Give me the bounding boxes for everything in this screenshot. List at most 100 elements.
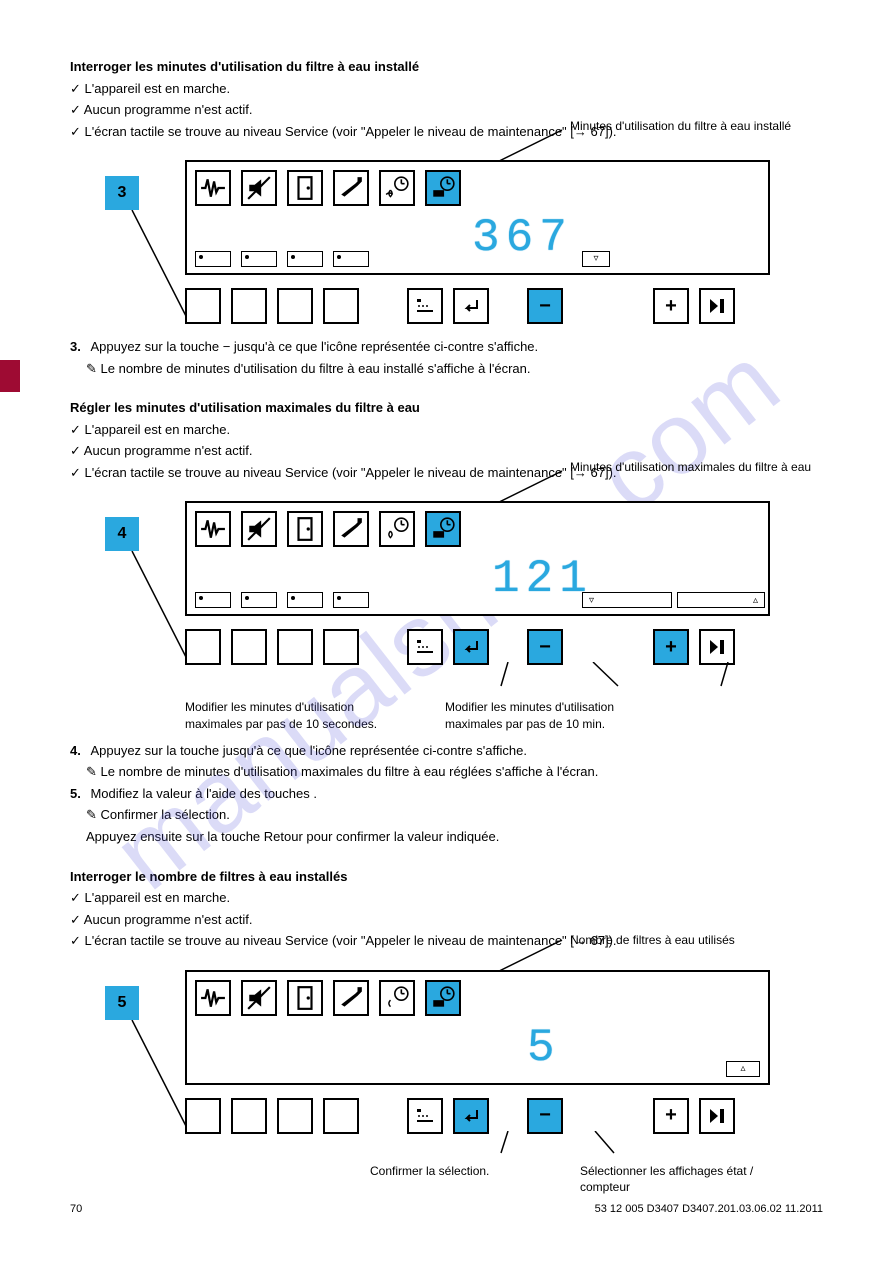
s2-confirm-text: Appuyez ensuite sur la touche Retour pou… — [70, 828, 823, 846]
section1-pre-0: ✓ L'appareil est en marche. — [70, 80, 823, 98]
diagram-3: 5 Nombre de filtres à eau utilisés 5 ▵ — [70, 968, 823, 1153]
minus-button[interactable]: − — [527, 288, 563, 324]
diagram-2: 4 Minutes d'utilisation maximales du fil… — [70, 499, 823, 689]
mini-1c — [287, 251, 323, 267]
display-value-1: 367 — [472, 207, 573, 269]
filter-timer-icon — [425, 511, 461, 547]
filter-timer-icon — [425, 170, 461, 206]
section1-pre-1: ✓ Aucun programme n'est actif. — [70, 101, 823, 119]
s1-step3: 3. Appuyez sur la touche − jusqu'à ce qu… — [70, 338, 823, 356]
bottom-callouts-2: Modifier les minutes d'utilisation maxim… — [185, 699, 823, 731]
soft-btn-1b[interactable] — [231, 288, 267, 324]
mini-2b — [241, 592, 277, 608]
soft-btn-1a[interactable] — [185, 288, 221, 324]
arrow-strip-3: ▵ — [726, 1061, 760, 1077]
plus-button-3[interactable]: + — [653, 1098, 689, 1134]
mini-2d — [333, 592, 369, 608]
callout-top-3: Nombre de filtres à eau utilisés — [570, 932, 830, 948]
handpiece-icon — [333, 170, 369, 206]
fan-timer-icon — [379, 980, 415, 1016]
step-number-2: 4 — [105, 517, 139, 551]
minus-button-3[interactable]: − — [527, 1098, 563, 1134]
plus-button[interactable]: + — [653, 288, 689, 324]
section2-title: Régler les minutes d'utilisation maximal… — [70, 399, 823, 417]
heartbeat-icon — [195, 511, 231, 547]
callout-2-left: Modifier les minutes d'utilisation maxim… — [185, 699, 385, 731]
plus-button-2[interactable]: + — [653, 629, 689, 665]
soft-btn-2b[interactable] — [231, 629, 267, 665]
s2-step5: 5. Modifiez la valeur à l'aide des touch… — [70, 785, 823, 803]
step-number-1: 3 — [105, 176, 139, 210]
soft-btn-2c[interactable] — [277, 629, 313, 665]
soft-btn-3a[interactable] — [185, 1098, 221, 1134]
enter-button-3[interactable] — [453, 1098, 489, 1134]
arrow-strip-2b: ▵ — [677, 592, 765, 608]
section3-pre-0: ✓ L'appareil est en marche. — [70, 889, 823, 907]
ctrl-row-1: − + — [185, 288, 805, 324]
s2-result4: ✎ Le nombre de minutes d'utilisation max… — [70, 763, 823, 781]
speaker-mute-icon — [241, 511, 277, 547]
page-content: Interroger les minutes d'utilisation du … — [0, 0, 893, 1235]
soft-btn-3b[interactable] — [231, 1098, 267, 1134]
run-button-3[interactable] — [699, 1098, 735, 1134]
ctrl-row-3: − + — [185, 1098, 805, 1134]
diagram-1: 3 Minutes d'utilisation du filtre à eau … — [70, 158, 823, 328]
handpiece-icon — [333, 511, 369, 547]
display-panel-3: 5 ▵ — [185, 970, 770, 1085]
icon-row-2 — [195, 511, 461, 547]
bottom-callouts-3: Confirmer la sélection. Sélectionner les… — [370, 1163, 823, 1195]
mini-2a — [195, 592, 231, 608]
run-button[interactable] — [699, 288, 735, 324]
soft-btn-2d[interactable] — [323, 629, 359, 665]
arrow-strip-1: ▿ — [582, 251, 610, 267]
soft-btn-3d[interactable] — [323, 1098, 359, 1134]
mini-1a — [195, 251, 231, 267]
section2-pre-1: ✓ Aucun programme n'est actif. — [70, 442, 823, 460]
mini-1d — [333, 251, 369, 267]
mini-1b — [241, 251, 277, 267]
fan-timer-icon — [379, 511, 415, 547]
icon-row-3 — [195, 980, 461, 1016]
display-panel-2: 121 ▿ ▵ — [185, 501, 770, 616]
soft-btn-3c[interactable] — [277, 1098, 313, 1134]
heartbeat-icon — [195, 980, 231, 1016]
soft-btn-1d[interactable] — [323, 288, 359, 324]
s2-step4: 4. Appuyez sur la touche jusqu'à ce que … — [70, 742, 823, 760]
arrow-strip-2a: ▿ — [582, 592, 672, 608]
section3-title: Interroger le nombre de filtres à eau in… — [70, 868, 823, 886]
page-number: 70 — [70, 1202, 82, 1217]
s1-result: ✎ Le nombre de minutes d'utilisation du … — [70, 360, 823, 378]
filter-timer-icon — [425, 980, 461, 1016]
callout-top-1: Minutes d'utilisation du filtre à eau in… — [570, 118, 830, 134]
run-button-2[interactable] — [699, 629, 735, 665]
menu-button[interactable] — [407, 288, 443, 324]
soft-btn-1c[interactable] — [277, 288, 313, 324]
footer-right: 53 12 005 D3407 D3407.201.03.06.02 11.20… — [595, 1202, 823, 1217]
s2-confirm-label: ✎ Confirmer la sélection. — [70, 806, 823, 824]
section1-title: Interroger les minutes d'utilisation du … — [70, 58, 823, 76]
soft-btn-2a[interactable] — [185, 629, 221, 665]
menu-button-2[interactable] — [407, 629, 443, 665]
page-footer: 70 53 12 005 D3407 D3407.201.03.06.02 11… — [0, 1202, 893, 1217]
icon-row-1 — [195, 170, 461, 206]
display-panel-1: 367 ▿ — [185, 160, 770, 275]
mini-2c — [287, 592, 323, 608]
section3-pre-1: ✓ Aucun programme n'est actif. — [70, 911, 823, 929]
section2-pre-0: ✓ L'appareil est en marche. — [70, 421, 823, 439]
callout-top-2: Minutes d'utilisation maximales du filtr… — [570, 459, 830, 475]
callout-3b: Sélectionner les affichages état / compt… — [580, 1163, 780, 1195]
minus-button-2[interactable]: − — [527, 629, 563, 665]
fan-timer-icon — [379, 170, 415, 206]
speaker-mute-icon — [241, 980, 277, 1016]
callout-2-right: Modifier les minutes d'utilisation maxim… — [445, 699, 645, 731]
ctrl-row-2: − + — [185, 629, 805, 665]
heartbeat-icon — [195, 170, 231, 206]
display-value-3: 5 — [527, 1017, 561, 1079]
menu-button-3[interactable] — [407, 1098, 443, 1134]
mini-row-1 — [195, 251, 369, 267]
enter-button[interactable] — [453, 288, 489, 324]
enter-button-2[interactable] — [453, 629, 489, 665]
door-icon — [287, 511, 323, 547]
speaker-mute-icon — [241, 170, 277, 206]
door-icon — [287, 980, 323, 1016]
